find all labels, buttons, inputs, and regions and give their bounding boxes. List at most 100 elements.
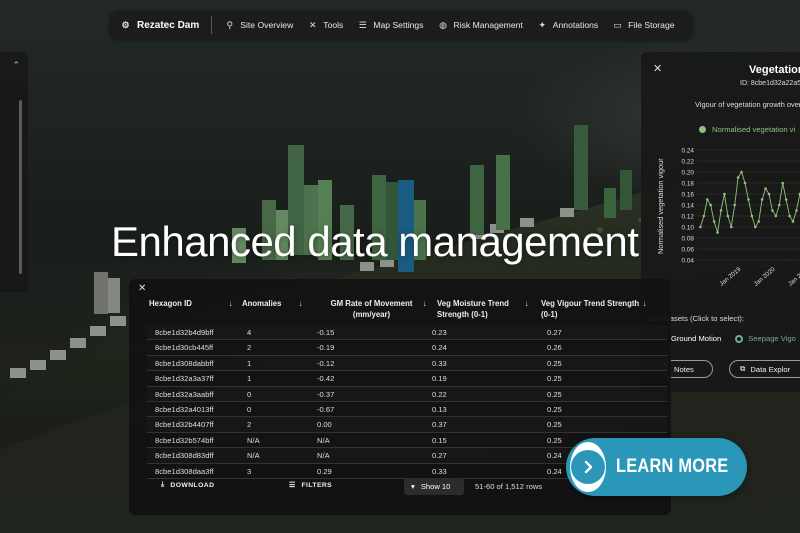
table-row[interactable]: 8cbe1d32a3aabff 0 -0.37 0.22 0.25 bbox=[147, 387, 667, 402]
brand-menu[interactable]: ⚙ Rezatec Dam bbox=[120, 16, 213, 34]
table-row[interactable]: 8cbe1d32a3a37ff 1 -0.42 0.19 0.25 bbox=[147, 371, 667, 387]
table-cell: 0.00 bbox=[317, 420, 332, 430]
nav-items: ⚲ Site Overview ✕ Tools ☰ Map Settings ◍… bbox=[212, 20, 674, 31]
chevron-up-icon[interactable]: ⌃ bbox=[12, 60, 20, 71]
download-label: DOWNLOAD bbox=[170, 481, 215, 489]
data-point bbox=[795, 209, 798, 212]
table-row[interactable]: 8cbe1d32b4d9bff 4 -0.15 0.23 0.27 bbox=[147, 325, 667, 341]
y-tick-label: 0.08 bbox=[682, 236, 695, 243]
chart-legend-item[interactable]: Normalised vegetation vi bbox=[699, 125, 795, 134]
table-cell: 8cbe1d308daa3ff bbox=[155, 466, 214, 476]
panel-scrollbar[interactable] bbox=[19, 100, 22, 274]
nav-item-label: Map Settings bbox=[373, 20, 424, 30]
dataset-seepage[interactable]: Seepage Vigo bbox=[735, 334, 796, 343]
table-cell: 0 bbox=[247, 404, 252, 414]
table-cell: 8cbe1d32b4d9bff bbox=[155, 328, 214, 337]
arrow-circle bbox=[570, 442, 607, 492]
nav-item-tools[interactable]: ✕ Tools bbox=[307, 20, 343, 31]
sort-icon[interactable]: ↓ bbox=[299, 298, 303, 309]
annotation-icon: ✦ bbox=[538, 19, 547, 30]
data-point bbox=[743, 181, 747, 185]
table-row[interactable]: 8cbe1d32b4407ff 2 0.00 0.37 0.25 bbox=[147, 417, 667, 433]
table-cell: 0.25 bbox=[547, 435, 562, 445]
table-row[interactable]: 8cbe1d32a4013ff 0 -0.67 0.13 0.25 bbox=[147, 402, 667, 418]
column-header-gm-rate[interactable]: GM Rate of Movement (mm/year) bbox=[319, 298, 424, 320]
data-point bbox=[750, 214, 754, 218]
table-cell: 0.25 bbox=[547, 389, 562, 399]
sort-icon[interactable]: ↓ bbox=[643, 298, 647, 309]
data-point bbox=[712, 220, 716, 223]
series-line bbox=[699, 170, 800, 233]
notes-label: Notes bbox=[674, 364, 694, 374]
table-cell: 0.25 bbox=[547, 404, 562, 414]
table-cell: -0.42 bbox=[317, 374, 335, 384]
data-point bbox=[729, 225, 733, 229]
x-tick-label: Jan 2020 bbox=[753, 266, 777, 288]
data-point bbox=[760, 198, 764, 201]
radio-icon bbox=[735, 334, 744, 343]
data-point bbox=[764, 187, 767, 190]
table-cell: 8cbe1d32a4013ff bbox=[155, 404, 214, 414]
table-cell: 0.25 bbox=[547, 420, 562, 430]
column-header-hexagon-id[interactable]: Hexagon ID bbox=[149, 298, 192, 309]
nav-item-label: Tools bbox=[323, 20, 344, 30]
filters-button[interactable]: ☰ FILTERS bbox=[289, 481, 332, 490]
y-tick-label: 0.16 bbox=[682, 192, 695, 199]
nav-item-annotations[interactable]: ✦ Annotations bbox=[537, 19, 599, 31]
sort-icon[interactable]: ↓ bbox=[525, 298, 529, 309]
table-cell: 0.27 bbox=[547, 328, 562, 337]
table-cell: 3 bbox=[247, 466, 252, 476]
chevron-right-icon bbox=[571, 450, 606, 484]
table-cell: 0.27 bbox=[432, 451, 447, 461]
table-cell: 4 bbox=[247, 328, 252, 337]
nav-item-map-settings[interactable]: ☰ Map Settings bbox=[357, 19, 424, 31]
data-explorer-label: Data Explor bbox=[750, 364, 791, 374]
rows-per-page-select[interactable]: ▾ Show 10 bbox=[404, 478, 464, 495]
learn-more-button[interactable]: LEARN MORE bbox=[566, 438, 747, 496]
vegetation-chart[interactable]: Normalised vegetation vigour 0.24 0.22 0.20… bbox=[651, 144, 800, 294]
table-cell: N/A bbox=[317, 451, 330, 461]
table-row[interactable]: 8cbe1d30cb445ff 2 -0.19 0.24 0.26 bbox=[147, 340, 667, 356]
nav-item-risk-management[interactable]: ◍ Risk Management bbox=[438, 20, 523, 31]
table-cell: 0.19 bbox=[432, 374, 447, 384]
table-cell: 0.15 bbox=[432, 435, 447, 445]
nav-item-site-overview[interactable]: ⚲ Site Overview bbox=[224, 20, 293, 31]
left-side-panel: ⌃ bbox=[0, 52, 28, 292]
table-cell: N/A bbox=[317, 435, 330, 445]
table-cell: -0.19 bbox=[317, 343, 335, 353]
brand-label: Rezatec Dam bbox=[137, 19, 200, 31]
data-explorer-button[interactable]: ⧉ Data Explor bbox=[729, 360, 800, 378]
sliders-icon: ☰ bbox=[358, 19, 367, 30]
column-header-anomalies[interactable]: Anomalies bbox=[242, 298, 281, 309]
table-row[interactable]: 8cbe1d308dabbff 1 -0.12 0.33 0.25 bbox=[147, 356, 667, 372]
close-icon[interactable]: ✕ bbox=[653, 62, 662, 75]
table-cell: 8cbe1d308d83dff bbox=[155, 451, 214, 461]
data-point bbox=[788, 214, 791, 218]
table-cell: 0.25 bbox=[547, 374, 562, 384]
risk-icon: ◍ bbox=[439, 19, 447, 30]
table-cell: 8cbe1d32b574bff bbox=[155, 435, 214, 445]
download-button[interactable]: ⤓ DOWNLOAD bbox=[161, 481, 214, 489]
download-icon: ⤓ bbox=[161, 481, 165, 488]
table-cell: 0.24 bbox=[432, 343, 447, 353]
table-cell: 0.23 bbox=[432, 328, 447, 337]
dataset-ground-motion[interactable]: Ground Motion bbox=[671, 334, 721, 343]
vegetation-subtitle: Vigour of vegetation growth over ti bbox=[695, 100, 800, 109]
table-cell: 2 bbox=[247, 420, 252, 430]
sort-icon[interactable]: ↓ bbox=[229, 298, 233, 309]
close-icon[interactable]: ✕ bbox=[138, 283, 146, 294]
table-cell: N/A bbox=[247, 451, 260, 461]
column-header-veg-vigour[interactable]: Veg Vigour Trend Strength (0-1) bbox=[541, 298, 641, 320]
column-header-veg-moisture[interactable]: Veg Moisture Trend Strength (0-1) bbox=[437, 298, 537, 320]
nav-item-file-storage[interactable]: ▭ File Storage bbox=[612, 20, 674, 31]
data-point bbox=[723, 192, 726, 196]
table-cell: -0.12 bbox=[317, 358, 335, 368]
data-point bbox=[784, 198, 788, 201]
rows-per-page-label: Show 10 bbox=[420, 482, 451, 491]
data-point bbox=[753, 225, 757, 229]
table-cell: 8cbe1d30cb445ff bbox=[155, 343, 214, 353]
tools-icon: ✕ bbox=[309, 19, 317, 30]
data-point bbox=[719, 209, 723, 212]
sort-icon[interactable]: ↓ bbox=[423, 298, 427, 309]
table-cell: 0.25 bbox=[547, 358, 562, 368]
